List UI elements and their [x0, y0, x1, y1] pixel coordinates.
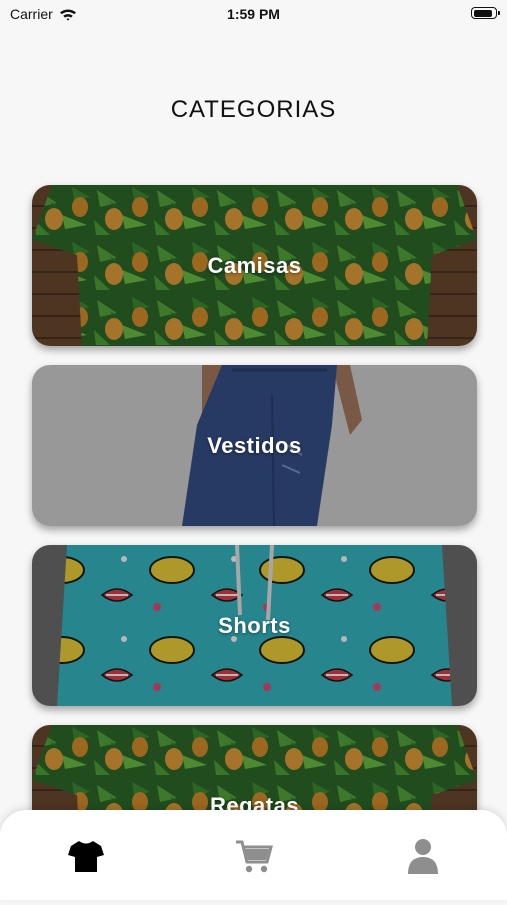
tshirt-icon [68, 841, 104, 872]
tab-bar [0, 810, 507, 900]
status-bar: Carrier 1:59 PM [0, 0, 507, 28]
tab-profile[interactable] [403, 836, 443, 876]
category-label-vestidos: Vestidos [207, 432, 302, 458]
page-title: CATEGORIAS [170, 96, 337, 123]
category-card-shorts[interactable]: Shorts [32, 545, 477, 706]
category-card-camisas[interactable]: Camisas [32, 185, 477, 346]
category-list: Camisas Vestidos Shorts Regatas [32, 185, 477, 905]
cart-icon [236, 840, 273, 873]
battery-icon [471, 7, 500, 19]
tab-categories[interactable] [66, 836, 106, 876]
category-card-vestidos[interactable]: Vestidos [32, 365, 477, 526]
category-label-shorts: Shorts [218, 612, 291, 638]
user-icon [408, 839, 438, 874]
status-time: 1:59 PM [227, 6, 280, 22]
tab-cart[interactable] [234, 836, 274, 876]
category-label-camisas: Camisas [207, 252, 302, 278]
battery-fill [473, 9, 492, 17]
